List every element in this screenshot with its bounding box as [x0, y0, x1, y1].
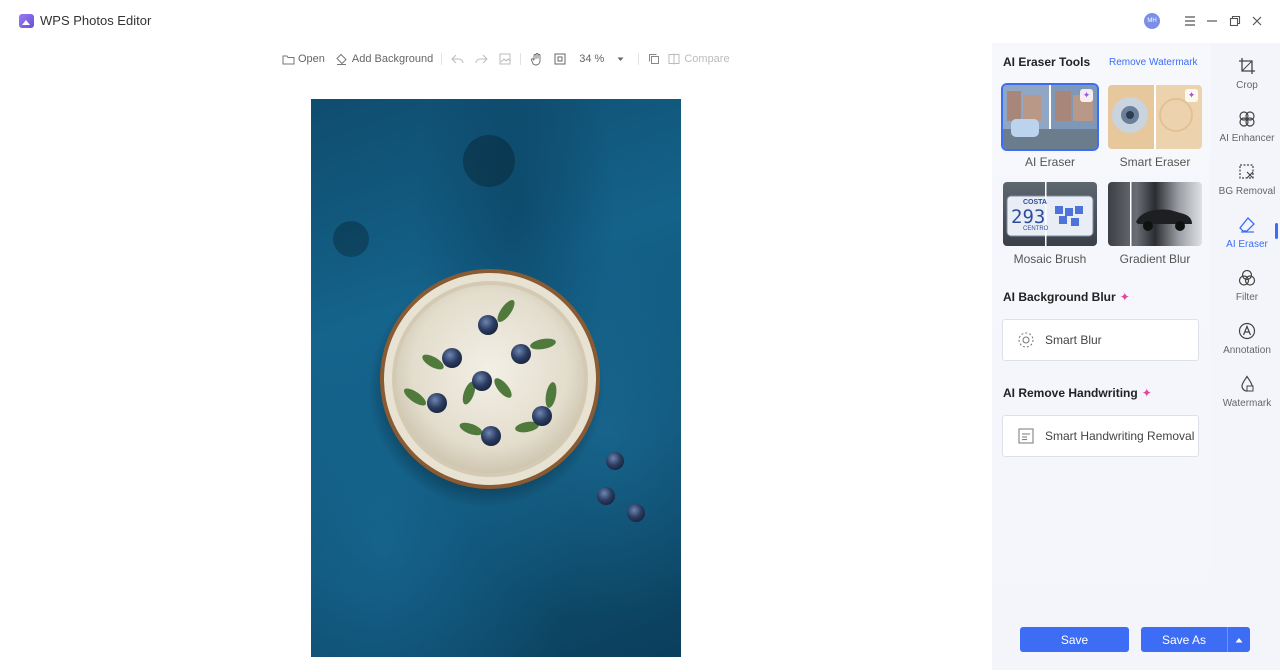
- handwriting-icon: [1017, 427, 1035, 445]
- crop-icon: [1239, 58, 1255, 74]
- minimize-icon[interactable]: [1203, 12, 1221, 30]
- smart-eraser-tool-card[interactable]: ✦ Smart Eraser: [1108, 85, 1202, 169]
- zoom-select[interactable]: 34 %: [579, 53, 624, 65]
- smart-handwriting-removal-button[interactable]: Smart Handwriting Removal: [1002, 415, 1199, 457]
- rail-label: BG Removal: [1218, 186, 1276, 197]
- editor-toolbar: Open Add Background 34 % Compare: [281, 50, 730, 68]
- premium-badge-icon: ✦: [1185, 89, 1198, 102]
- toolbar-divider: [638, 53, 640, 65]
- smart-eraser-thumbnail: ✦: [1108, 85, 1202, 149]
- rail-item-ai-enhancer[interactable]: AI Enhancer: [1214, 110, 1280, 154]
- rail-item-watermark[interactable]: Watermark: [1214, 375, 1280, 419]
- premium-badge-icon: ✦: [1080, 89, 1093, 102]
- rail-label: AI Eraser: [1226, 239, 1268, 250]
- eraser-section-title: AI Eraser Tools: [1003, 55, 1091, 69]
- toolbar-divider: [441, 53, 443, 65]
- bg-blur-title-text: AI Background Blur: [1003, 290, 1116, 304]
- plate-top-text: COSTA: [1023, 199, 1047, 206]
- fit-screen-icon: [553, 52, 567, 66]
- eraser-icon: [1239, 217, 1255, 233]
- mosaic-brush-label: Mosaic Brush: [1013, 252, 1087, 266]
- close-icon[interactable]: [1248, 12, 1266, 30]
- save-as-button[interactable]: Save As: [1141, 627, 1227, 652]
- smart-blur-button[interactable]: Smart Blur: [1002, 319, 1199, 361]
- compare-label: Compare: [684, 53, 730, 65]
- user-avatar[interactable]: MH: [1144, 13, 1160, 29]
- rail-item-crop[interactable]: Crop: [1214, 57, 1280, 101]
- duplicate-button[interactable]: [647, 52, 661, 66]
- handwriting-title-text: AI Remove Handwriting: [1003, 386, 1138, 400]
- app-logo-icon: [19, 14, 34, 28]
- save-options-dropdown[interactable]: [1227, 627, 1250, 652]
- ai-eraser-thumbnail: ✦: [1001, 83, 1099, 151]
- title-bar: WPS Photos Editor MH: [0, 0, 1280, 42]
- rail-item-ai-eraser[interactable]: AI Eraser: [1214, 216, 1280, 260]
- hand-icon: [529, 52, 543, 66]
- ai-enhancer-icon: [1239, 111, 1255, 127]
- open-button[interactable]: Open: [281, 52, 325, 66]
- sparkle-icon: ✦: [1141, 386, 1152, 400]
- add-background-button[interactable]: Add Background: [335, 52, 433, 66]
- watermark-icon: [1241, 375, 1254, 392]
- paint-bucket-icon: [335, 52, 349, 66]
- add-background-label: Add Background: [351, 53, 434, 65]
- fit-screen-button[interactable]: [553, 52, 567, 66]
- photo-canvas[interactable]: [311, 99, 681, 657]
- gradient-blur-label: Gradient Blur: [1119, 252, 1191, 266]
- sparkle-icon: ✦: [1119, 290, 1130, 304]
- gradient-blur-thumbnail: [1108, 182, 1202, 246]
- blueberry-plate-image: [333, 135, 645, 522]
- menu-icon[interactable]: [1181, 12, 1199, 30]
- chevron-up-icon: [1235, 637, 1243, 642]
- rail-label: Watermark: [1222, 398, 1272, 409]
- handwriting-section-title: AI Remove Handwriting ✦: [1003, 386, 1152, 400]
- zoom-value: 34 %: [579, 53, 605, 65]
- annotation-icon: [1238, 322, 1256, 340]
- gradient-blur-tool-card[interactable]: Gradient Blur: [1108, 182, 1202, 266]
- rail-label: Annotation: [1223, 345, 1271, 356]
- filter-icon: [1238, 269, 1256, 286]
- redo-button[interactable]: [474, 52, 488, 66]
- smart-eraser-label: Smart Eraser: [1119, 155, 1191, 169]
- app-window: WPS Photos Editor MH Open Add Background: [0, 0, 1280, 670]
- app-title: WPS Photos Editor: [40, 13, 152, 28]
- rail-item-bg-removal[interactable]: BG Removal: [1214, 163, 1280, 207]
- redo-icon: [474, 52, 488, 66]
- plate-number-text: 293: [1011, 206, 1046, 228]
- rail-item-annotation[interactable]: Annotation: [1214, 322, 1280, 366]
- mosaic-brush-tool-card[interactable]: COSTA 293 CENTRO Mosaic Brush: [1003, 182, 1097, 266]
- plate-bottom-text: CENTRO: [1023, 226, 1049, 232]
- mosaic-brush-thumbnail: COSTA 293 CENTRO: [1003, 182, 1097, 246]
- rail-label: Crop: [1236, 80, 1258, 91]
- chevron-down-icon: [617, 53, 624, 65]
- folder-icon: [281, 52, 295, 66]
- save-button[interactable]: Save: [1020, 627, 1129, 652]
- rail-label: Filter: [1235, 292, 1259, 303]
- toolbar-divider: [520, 53, 522, 65]
- compare-button[interactable]: Compare: [667, 52, 730, 66]
- ai-eraser-tool-card[interactable]: ✦ AI Eraser: [1001, 83, 1099, 169]
- remove-watermark-link[interactable]: Remove Watermark: [1109, 57, 1198, 68]
- open-label: Open: [298, 53, 325, 65]
- undo-icon: [450, 52, 464, 66]
- compare-icon: [667, 52, 681, 66]
- rail-item-filter[interactable]: Filter: [1214, 269, 1280, 313]
- hand-tool-button[interactable]: [529, 52, 543, 66]
- handwriting-button-label: Smart Handwriting Removal: [1045, 429, 1195, 443]
- bg-blur-section-title: AI Background Blur ✦: [1003, 290, 1130, 304]
- blur-icon: [1017, 331, 1035, 349]
- ai-eraser-label: AI Eraser: [1024, 155, 1075, 169]
- copy-icon: [647, 52, 661, 66]
- image-button[interactable]: [498, 52, 512, 66]
- image-icon: [498, 52, 512, 66]
- undo-button[interactable]: [450, 52, 464, 66]
- rail-label: AI Enhancer: [1219, 133, 1275, 144]
- restore-icon[interactable]: [1226, 12, 1244, 30]
- smart-blur-label: Smart Blur: [1045, 333, 1102, 347]
- bg-removal-icon: [1239, 164, 1254, 179]
